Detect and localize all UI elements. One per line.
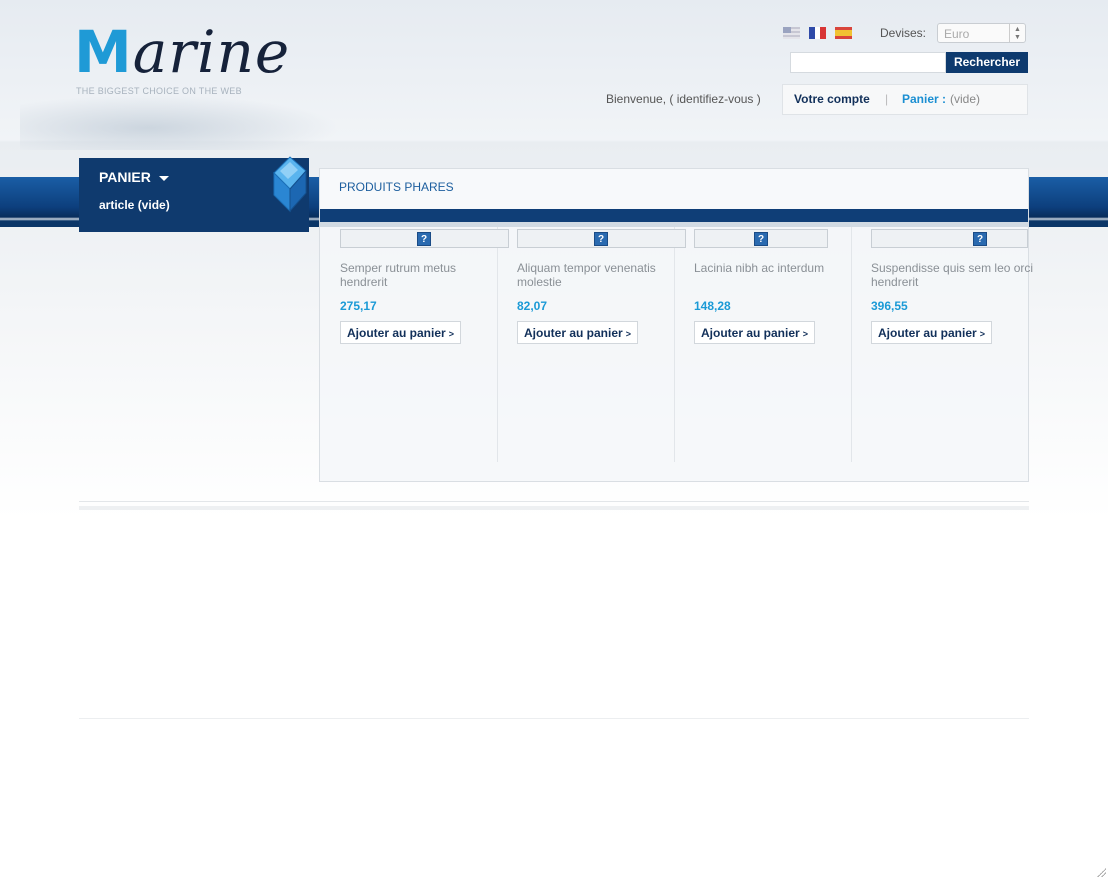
account-separator: | xyxy=(885,92,889,106)
search-input[interactable] xyxy=(790,52,946,73)
mist-decoration xyxy=(20,95,340,150)
product-name[interactable]: Aliquam tempor venenatis molestie xyxy=(517,261,682,289)
cart-article: article (vide) xyxy=(99,198,170,212)
product-name[interactable]: Semper rutrum metus hendrerit xyxy=(340,261,505,289)
question-icon: ? xyxy=(417,232,431,246)
product-name[interactable]: Lacinia nibh ac interdum xyxy=(694,261,859,275)
product-name[interactable]: Suspendisse quis sem leo orci hendrerit xyxy=(871,261,1036,289)
site-logo[interactable]: Marine xyxy=(74,20,290,84)
cube-icon xyxy=(273,156,307,213)
logo-rest: arine xyxy=(132,18,291,86)
spanish-flag-icon[interactable] xyxy=(835,27,852,39)
cart-status: (vide) xyxy=(950,92,981,106)
product-price: 396,55 xyxy=(871,299,908,313)
chevron-right-icon: > xyxy=(625,329,631,339)
question-icon: ? xyxy=(754,232,768,246)
product-price: 148,28 xyxy=(694,299,731,313)
footer-divider xyxy=(79,718,1029,719)
panel-header: PRODUITS PHARES xyxy=(320,169,1028,209)
site-tagline: THE BIGGEST CHOICE ON THE WEB xyxy=(76,86,242,96)
english-flag-icon[interactable] xyxy=(783,27,800,39)
caret-down-icon[interactable] xyxy=(159,176,169,181)
select-arrows-icon: ▲ ▼ xyxy=(1009,24,1025,42)
product-price: 275,17 xyxy=(340,299,377,313)
featured-title: PRODUITS PHARES xyxy=(339,180,454,194)
chevron-right-icon: > xyxy=(802,329,808,339)
account-box: Votre compte | Panier : (vide) xyxy=(782,84,1028,115)
cart-title[interactable]: PANIER xyxy=(99,169,151,185)
chevron-right-icon: > xyxy=(448,329,454,339)
panel-bar xyxy=(320,209,1028,222)
footer-divider xyxy=(79,506,1029,510)
cart-link[interactable]: Panier : xyxy=(902,92,946,106)
french-flag-icon[interactable] xyxy=(809,27,826,39)
add-to-cart-label: Ajouter au panier xyxy=(701,326,800,340)
search-button[interactable]: Rechercher xyxy=(946,52,1028,73)
add-to-cart-label: Ajouter au panier xyxy=(347,326,446,340)
chevron-right-icon: > xyxy=(979,329,985,339)
question-icon: ? xyxy=(594,232,608,246)
product-image[interactable]: ? xyxy=(694,229,828,248)
welcome-text[interactable]: Bienvenue, ( identifiez-vous ) xyxy=(606,92,761,106)
add-to-cart-label: Ajouter au panier xyxy=(524,326,623,340)
add-to-cart-button[interactable]: Ajouter au panier > xyxy=(694,321,815,344)
currency-select[interactable]: Euro ▲ ▼ xyxy=(937,23,1026,43)
add-to-cart-button[interactable]: Ajouter au panier > xyxy=(871,321,992,344)
add-to-cart-button[interactable]: Ajouter au panier > xyxy=(340,321,461,344)
product-image[interactable]: ? xyxy=(340,229,509,248)
resize-grip-icon[interactable] xyxy=(1096,867,1106,877)
product-image[interactable]: ? xyxy=(871,229,1028,248)
product-image[interactable]: ? xyxy=(517,229,686,248)
currency-value: Euro xyxy=(944,27,970,41)
add-to-cart-button[interactable]: Ajouter au panier > xyxy=(517,321,638,344)
footer-divider xyxy=(79,501,1029,502)
featured-products-panel: PRODUITS PHARES ? Semper rutrum metus he… xyxy=(319,168,1033,482)
logo-first-letter: M xyxy=(74,18,133,86)
language-selector xyxy=(783,27,852,39)
add-to-cart-label: Ajouter au panier xyxy=(878,326,977,340)
account-link[interactable]: Votre compte xyxy=(794,92,870,106)
product-price: 82,07 xyxy=(517,299,548,313)
currency-label: Devises: xyxy=(880,26,927,40)
question-icon: ? xyxy=(973,232,987,246)
